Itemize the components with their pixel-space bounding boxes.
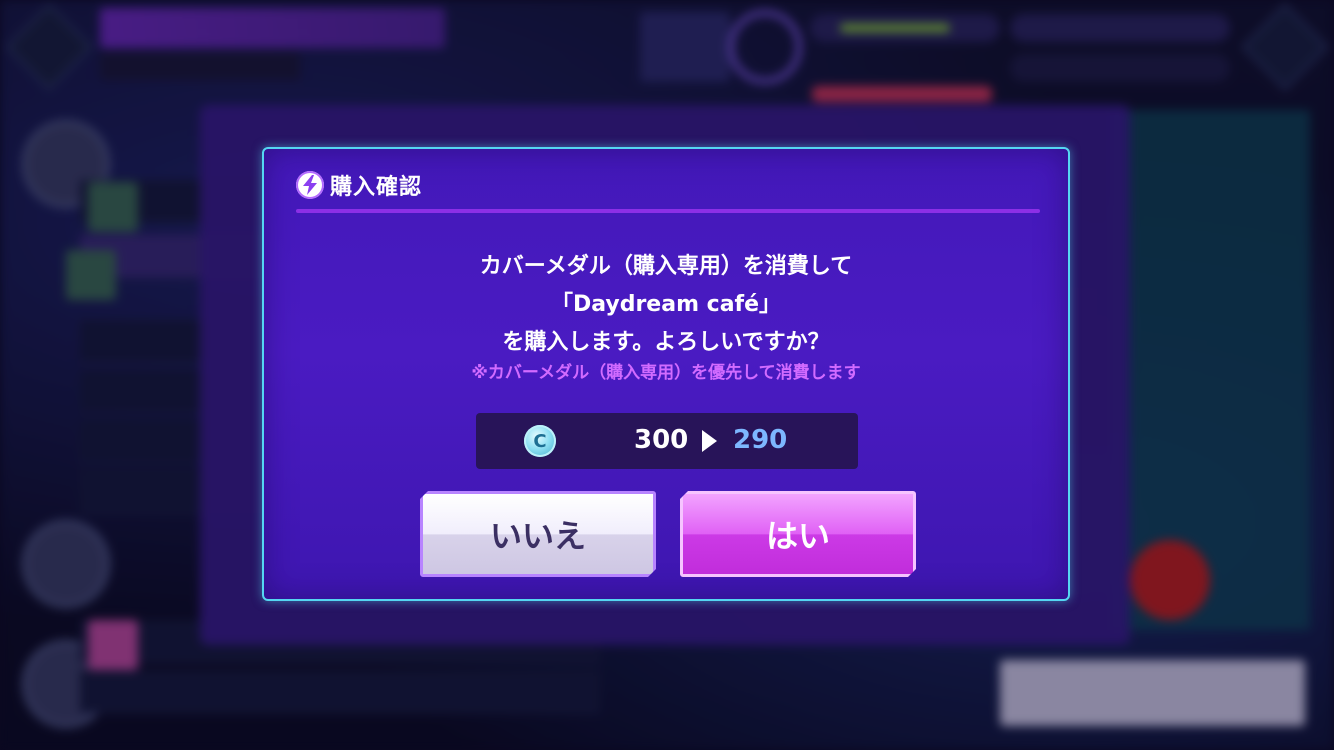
dialog-header: 購入確認 xyxy=(296,169,422,201)
yes-button[interactable]: はい xyxy=(680,491,916,577)
message-item-name: 「Daydream café」 xyxy=(550,292,782,317)
lightning-icon xyxy=(296,171,324,199)
cover-medal-coin-icon: C xyxy=(524,425,556,457)
price-box: C 300 290 xyxy=(476,413,858,469)
title-divider xyxy=(296,209,1040,213)
current-amount: 300 xyxy=(634,425,689,455)
arrow-right-icon xyxy=(702,430,717,452)
message-line-1: カバーメダル（購入専用）を消費して xyxy=(479,254,853,279)
no-button[interactable]: いいえ xyxy=(420,491,656,577)
priority-note: ※カバーメダル（購入専用）を優先して消費します xyxy=(471,363,861,383)
purchase-confirm-dialog: 購入確認 カバーメダル（購入専用）を消費して 「Daydream café」 を… xyxy=(262,147,1070,601)
dialog-title: 購入確認 xyxy=(330,175,423,200)
after-amount: 290 xyxy=(733,425,788,455)
message-line-3: を購入します。よろしいですか？ xyxy=(502,330,830,355)
